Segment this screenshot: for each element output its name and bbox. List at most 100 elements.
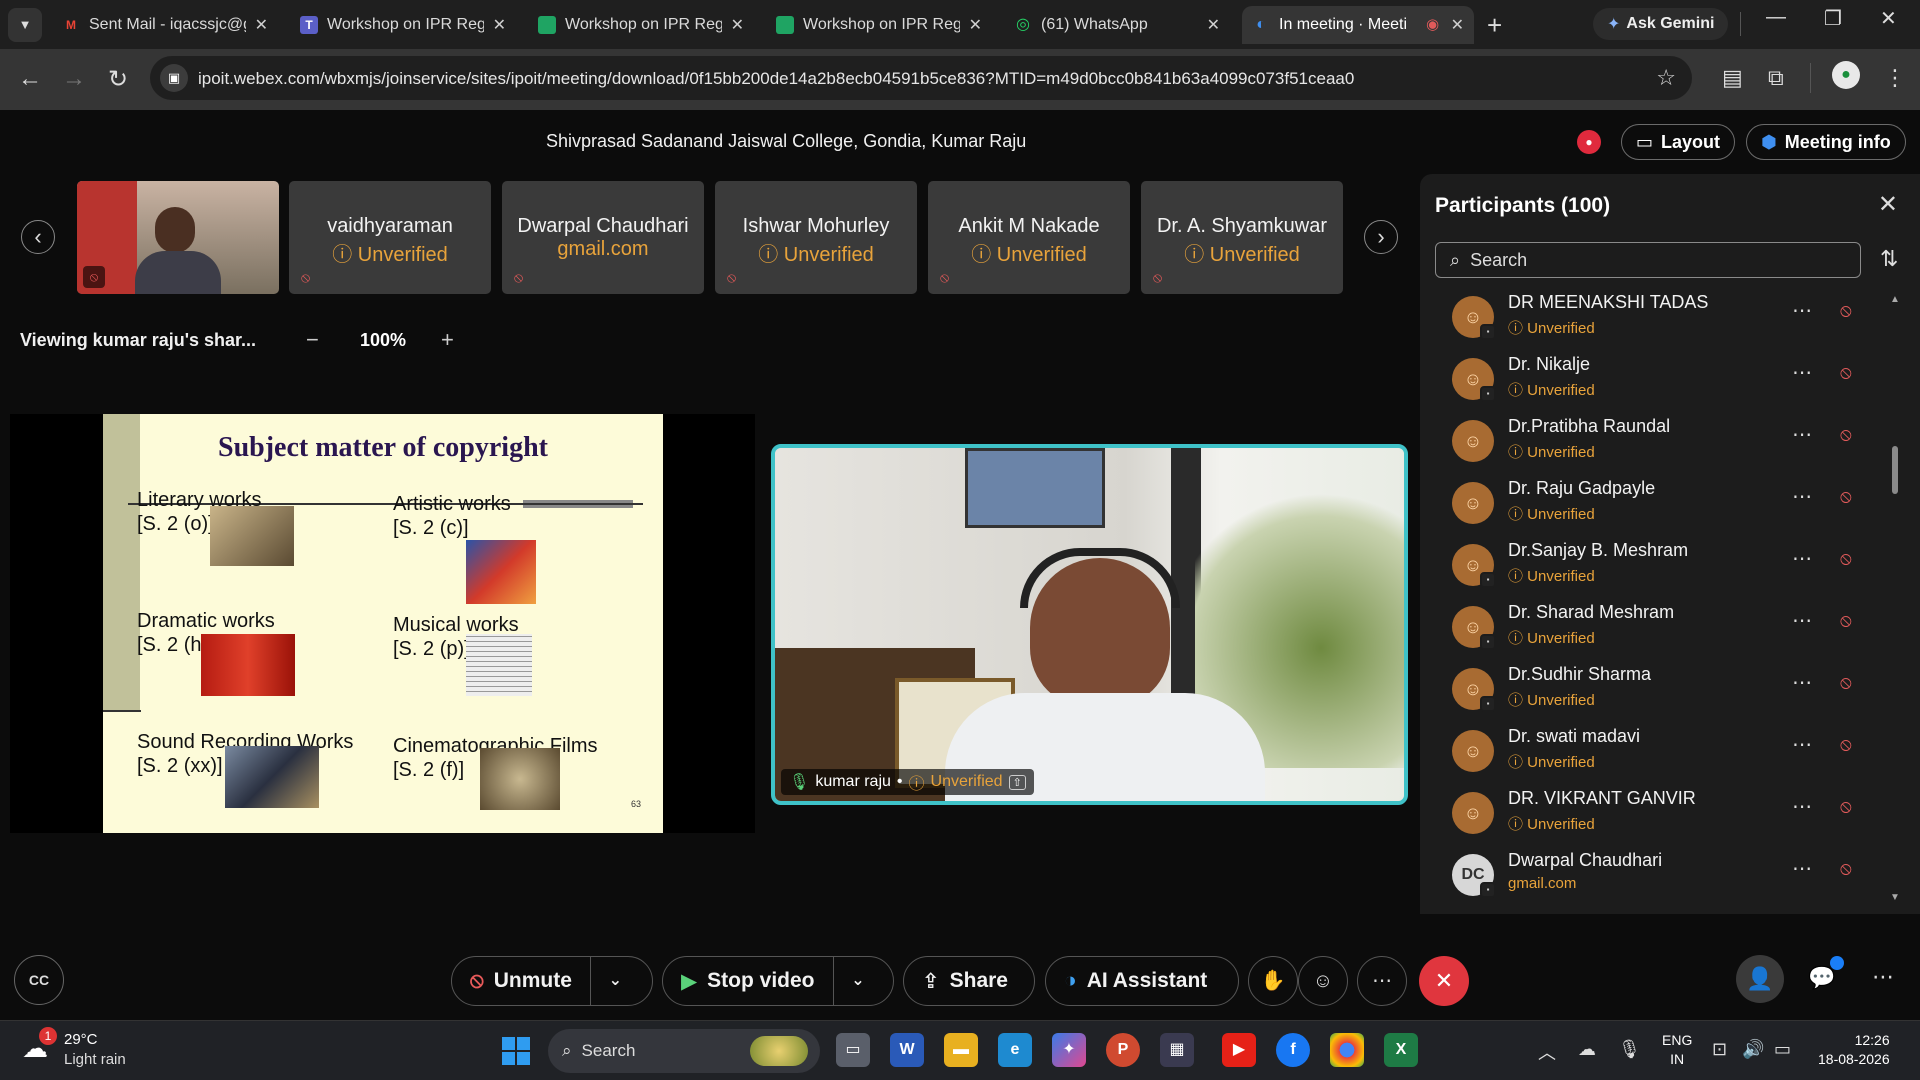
self-view-video-thumbnail[interactable]: ⦸ — [77, 181, 279, 294]
facebook-icon[interactable]: f — [1276, 1033, 1310, 1067]
show-hidden-icons-chevron-icon[interactable]: ︿ — [1538, 1039, 1556, 1065]
microsoft-store-icon[interactable]: ▦ — [1160, 1033, 1194, 1067]
tab-webex-meeting[interactable]: ◐ In meeting · Meeti ◉ ✕ — [1242, 6, 1474, 44]
restore-icon[interactable]: ❐ — [1824, 6, 1842, 31]
chat-bubble-icon[interactable]: 💬 — [1808, 965, 1835, 991]
video-options-chevron-icon[interactable]: ⌄ — [832, 957, 883, 1005]
extensions-puzzle-icon[interactable]: ⧉ — [1768, 65, 1784, 91]
microphone-icon[interactable]: 🎙 — [1618, 1039, 1641, 1060]
more-options-icon[interactable]: ⋯ — [1792, 856, 1812, 881]
browser-menu-dots-icon[interactable]: ⋮ — [1884, 65, 1906, 91]
filmstrip-next-chevron-icon[interactable]: › — [1364, 220, 1398, 254]
ai-assistant-button[interactable]: ◑ AI Assistant — [1045, 956, 1239, 1006]
more-options-icon[interactable]: ⋯ — [1792, 732, 1812, 757]
back-arrow-icon[interactable]: ← — [18, 65, 42, 93]
reactions-smiley-icon[interactable]: ☺ — [1298, 956, 1348, 1006]
weather-widget[interactable]: ☁ 1 29°C Light rain — [22, 1027, 202, 1071]
more-panels-icon[interactable]: ⋯ — [1872, 964, 1894, 990]
participant-row[interactable]: ☺ DR. VIKRANT GANVIR ⓘ Unverified ⋯ ⦸ — [1420, 782, 1880, 844]
mic-muted-icon[interactable]: ⦸ — [1840, 734, 1852, 755]
participant-row[interactable]: ☺ Dr. Raju Gadpayle ⓘ Unverified ⋯ ⦸ — [1420, 472, 1880, 534]
participant-row[interactable]: ☺ ▪ Dr.Sanjay B. Meshram ⓘ Unverified ⋯ ⦸ — [1420, 534, 1880, 596]
onedrive-icon[interactable]: ☁ — [1578, 1039, 1596, 1060]
participant-thumb[interactable]: Dwarpal Chaudhari gmail.com ⦸ — [502, 181, 704, 294]
scroll-thumb[interactable] — [1892, 446, 1898, 494]
network-icon[interactable]: ⊡ — [1712, 1039, 1727, 1060]
mic-muted-icon[interactable]: ⦸ — [1840, 548, 1852, 569]
task-view-icon[interactable]: ▭ — [836, 1033, 870, 1067]
more-options-icon[interactable]: ⋯ — [1792, 546, 1812, 571]
participants-scrollbar[interactable]: ▲ ▼ — [1890, 294, 1900, 904]
taskbar-search-box[interactable]: ⌕ Search — [548, 1029, 820, 1073]
participant-row[interactable]: DC ▪ Dwarpal Chaudhari gmail.com ⋯ ⦸ — [1420, 844, 1880, 906]
sort-icon[interactable]: ⇅ — [1880, 246, 1898, 272]
shared-content-area[interactable]: Subject matter of copyright Literary wor… — [10, 414, 755, 833]
participant-thumb[interactable]: vaidhyaraman ⓘ Unverified ⦸ — [289, 181, 491, 294]
participant-row[interactable]: ☺ ▪ Dr.Sudhir Sharma ⓘ Unverified ⋯ ⦸ — [1420, 658, 1880, 720]
close-panel-icon[interactable]: ✕ — [1878, 190, 1898, 219]
mic-muted-icon[interactable]: ⦸ — [1840, 796, 1852, 817]
recording-status-icon[interactable]: ● — [1577, 130, 1601, 154]
site-info-icon[interactable]: ▣ — [160, 64, 188, 92]
closed-captions-button[interactable]: CC — [14, 955, 64, 1005]
meeting-info-button[interactable]: ⬢ Meeting info — [1746, 124, 1906, 160]
system-clock[interactable]: 12:26 18-08-2026 — [1818, 1031, 1890, 1069]
filmstrip-prev-chevron-icon[interactable]: ‹ — [21, 220, 55, 254]
mic-muted-icon[interactable]: ⦸ — [1840, 858, 1852, 879]
participant-row[interactable]: ☺ ▪ DR MEENAKSHI TADAS ⓘ Unverified ⋯ ⦸ — [1420, 286, 1880, 348]
tab-workshop-sheet-2[interactable]: Workshop on IPR Regi ✕ — [766, 6, 992, 44]
tab-workshop-teams[interactable]: T Workshop on IPR Regi ✕ — [290, 6, 516, 44]
language-indicator[interactable]: ENG IN — [1662, 1031, 1692, 1069]
chrome-icon[interactable] — [1330, 1033, 1364, 1067]
edge-icon[interactable]: e — [998, 1033, 1032, 1067]
mic-muted-icon[interactable]: ⦸ — [1840, 300, 1852, 321]
more-options-icon[interactable]: ⋯ — [1792, 484, 1812, 509]
windows-start-icon[interactable] — [502, 1037, 530, 1065]
battery-icon[interactable]: ▭ — [1774, 1039, 1791, 1060]
stop-video-button[interactable]: ▶ Stop video ⌄ — [662, 956, 894, 1006]
more-options-icon[interactable]: ⋯ — [1792, 794, 1812, 819]
zoom-out-minus-icon[interactable]: − — [306, 327, 319, 353]
close-window-icon[interactable]: ✕ — [1880, 6, 1897, 31]
minimize-icon[interactable]: — — [1766, 6, 1786, 29]
scroll-down-icon[interactable]: ▼ — [1890, 892, 1900, 903]
forward-arrow-icon[interactable]: → — [62, 65, 86, 93]
unmute-button[interactable]: ⦸ Unmute ⌄ — [451, 956, 653, 1006]
active-speaker-video[interactable]: 🎙 kumar raju • ⓘ Unverified ⇧ — [771, 444, 1408, 805]
reading-list-icon[interactable]: ▤ — [1722, 65, 1743, 91]
participant-thumb[interactable]: Dr. A. Shyamkuwar ⓘ Unverified ⦸ — [1141, 181, 1343, 294]
participant-row[interactable]: ☺ Dr.Pratibha Raundal ⓘ Unverified ⋯ ⦸ — [1420, 410, 1880, 472]
participant-row[interactable]: ☺ ▪ Dr. Sharad Meshram ⓘ Unverified ⋯ ⦸ — [1420, 596, 1880, 658]
more-options-icon[interactable]: ⋯ — [1792, 298, 1812, 323]
layout-button[interactable]: ▭ Layout — [1621, 124, 1736, 160]
reload-icon[interactable]: ↻ — [108, 65, 128, 94]
close-tab-icon[interactable]: ✕ — [1207, 15, 1220, 35]
bookmark-star-icon[interactable]: ☆ — [1656, 65, 1676, 91]
participants-toggle-icon[interactable]: 👤 — [1736, 955, 1784, 1003]
excel-icon[interactable]: X — [1384, 1033, 1418, 1067]
participants-search-input[interactable]: ⌕ Search — [1435, 242, 1861, 278]
youtube-icon[interactable]: ▶ — [1222, 1033, 1256, 1067]
more-options-icon[interactable]: ⋯ — [1792, 360, 1812, 385]
tab-sent-mail[interactable]: M Sent Mail - iqacssjc@g ✕ — [52, 6, 278, 44]
participant-thumb[interactable]: Ishwar Mohurley ⓘ Unverified ⦸ — [715, 181, 917, 294]
volume-icon[interactable]: 🔊 — [1742, 1039, 1764, 1060]
tab-whatsapp[interactable]: ◎ (61) WhatsApp ✕ — [1004, 6, 1230, 44]
more-options-icon[interactable]: ⋯ — [1792, 608, 1812, 633]
participant-row[interactable]: ☺ ▪ Dr. Nikalje ⓘ Unverified ⋯ ⦸ — [1420, 348, 1880, 410]
new-tab-plus-icon[interactable]: + — [1487, 10, 1502, 41]
scroll-up-icon[interactable]: ▲ — [1890, 294, 1900, 305]
close-tab-icon[interactable]: ✕ — [493, 15, 506, 35]
mic-muted-icon[interactable]: ⦸ — [1840, 610, 1852, 631]
mic-muted-icon[interactable]: ⦸ — [1840, 486, 1852, 507]
close-tab-icon[interactable]: ✕ — [731, 15, 744, 35]
tab-search-chevron-icon[interactable]: ▼ — [8, 8, 42, 42]
ask-gemini-button[interactable]: ✦ Ask Gemini — [1593, 8, 1729, 40]
address-bar[interactable]: ▣ ipoit.webex.com/wbxmjs/joinservice/sit… — [150, 56, 1692, 100]
file-explorer-icon[interactable]: ▬ — [944, 1033, 978, 1067]
close-tab-icon[interactable]: ✕ — [969, 15, 982, 35]
close-tab-icon[interactable]: ✕ — [1451, 15, 1464, 35]
powerpoint-icon[interactable]: P — [1106, 1033, 1140, 1067]
copilot-icon[interactable]: ✦ — [1052, 1033, 1086, 1067]
mic-muted-icon[interactable]: ⦸ — [1840, 672, 1852, 693]
